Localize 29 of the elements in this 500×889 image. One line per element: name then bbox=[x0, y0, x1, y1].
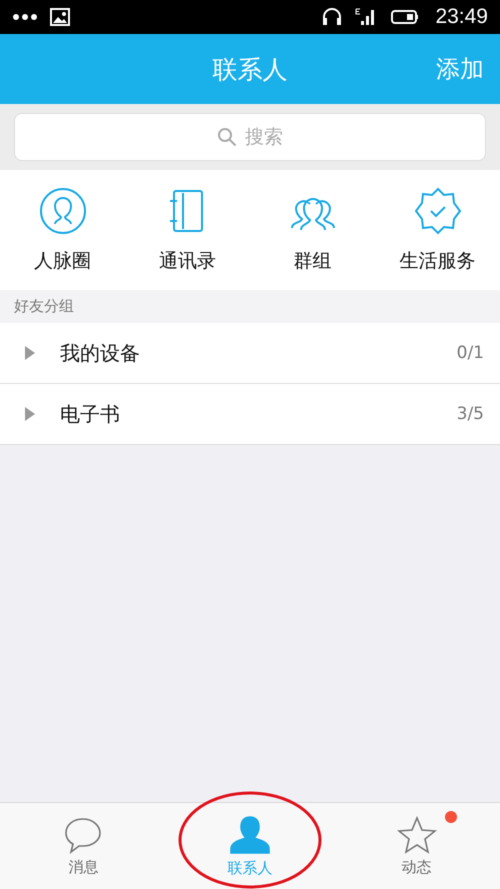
page-title: 联系人 bbox=[212, 54, 288, 86]
tab[interactable]: 动态 bbox=[333, 803, 500, 889]
group-row[interactable]: 我的设备 0/1 bbox=[0, 323, 500, 384]
headset-icon bbox=[321, 7, 344, 27]
search-icon bbox=[217, 127, 237, 147]
group-count: 0/1 bbox=[456, 343, 484, 363]
tab-label: 动态 bbox=[402, 858, 432, 876]
group-row[interactable]: 电子书 3/5 bbox=[0, 384, 500, 445]
more-dots-icon bbox=[12, 13, 38, 21]
search-placeholder: 搜索 bbox=[245, 125, 283, 150]
battery-icon bbox=[391, 9, 420, 25]
tab[interactable]: 消息 bbox=[0, 803, 167, 889]
shortcut-label[interactable]: 生活服务 bbox=[400, 248, 476, 274]
group-name: 电子书 bbox=[60, 400, 121, 428]
tab-label: 联系人 bbox=[227, 858, 272, 878]
tab-label: 消息 bbox=[68, 858, 98, 876]
shortcut-label[interactable]: 人脉圈 bbox=[34, 248, 91, 274]
status-time: 23:49 bbox=[435, 5, 488, 29]
shortcut-label[interactable]: 通讯录 bbox=[159, 248, 216, 274]
shortcut-label[interactable]: 群组 bbox=[294, 248, 332, 274]
group-name: 我的设备 bbox=[60, 340, 141, 366]
person-icon bbox=[228, 814, 271, 854]
check-badge-icon bbox=[412, 186, 462, 236]
group-count: 3/5 bbox=[456, 404, 484, 424]
speech-bubble-icon bbox=[63, 816, 104, 854]
person-circle-icon bbox=[38, 186, 88, 236]
image-icon bbox=[50, 8, 70, 26]
section-header: 好友分组 bbox=[0, 290, 500, 323]
star-icon bbox=[396, 816, 437, 854]
